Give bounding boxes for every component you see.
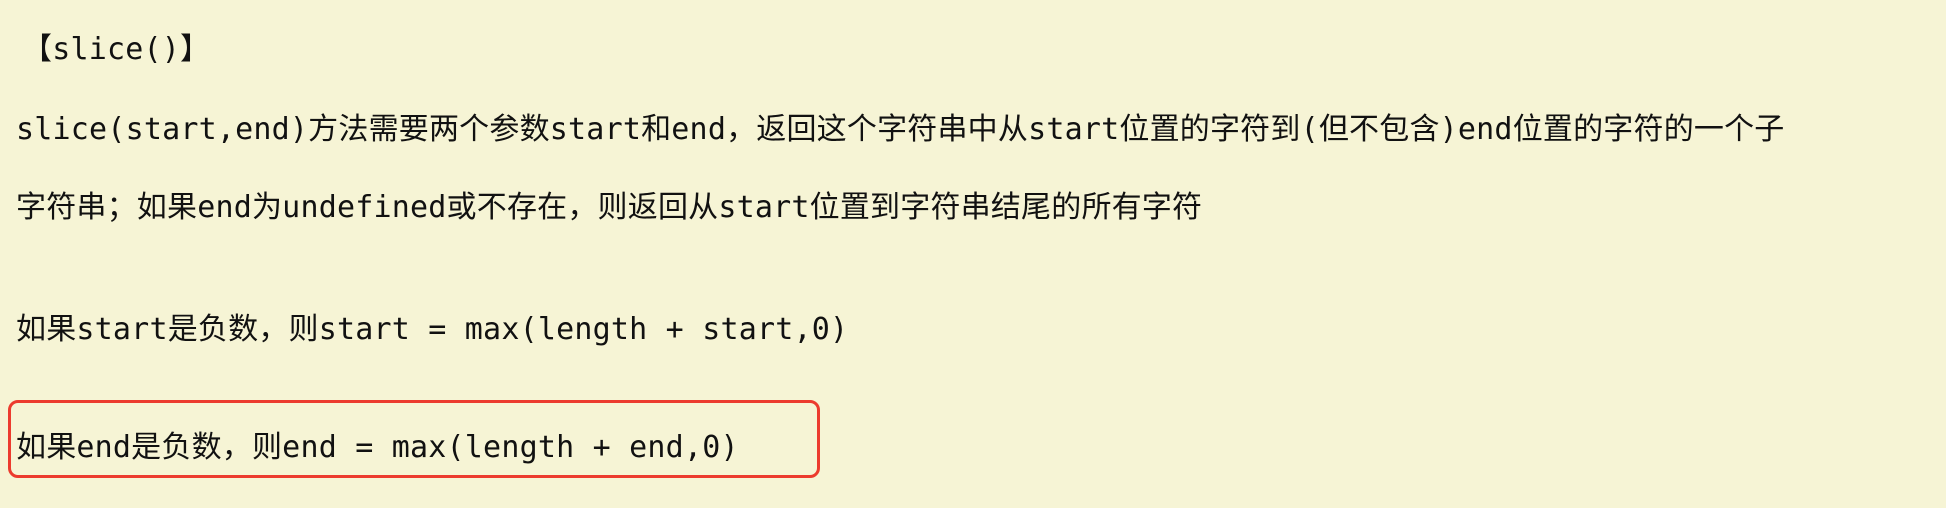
negative-end-rule: 如果end是负数，则end = max(length + end,0) (16, 430, 739, 465)
negative-start-rule: 如果start是负数，则start = max(length + start,0… (16, 312, 849, 347)
description-line-1: slice(start,end)方法需要两个参数start和end，返回这个字符… (16, 112, 1785, 147)
document-body: 【slice()】 slice(start,end)方法需要两个参数start和… (0, 0, 1946, 508)
description-line-2: 字符串；如果end为undefined或不存在，则返回从start位置到字符串结… (16, 190, 1203, 225)
section-heading: 【slice()】 (22, 32, 211, 67)
